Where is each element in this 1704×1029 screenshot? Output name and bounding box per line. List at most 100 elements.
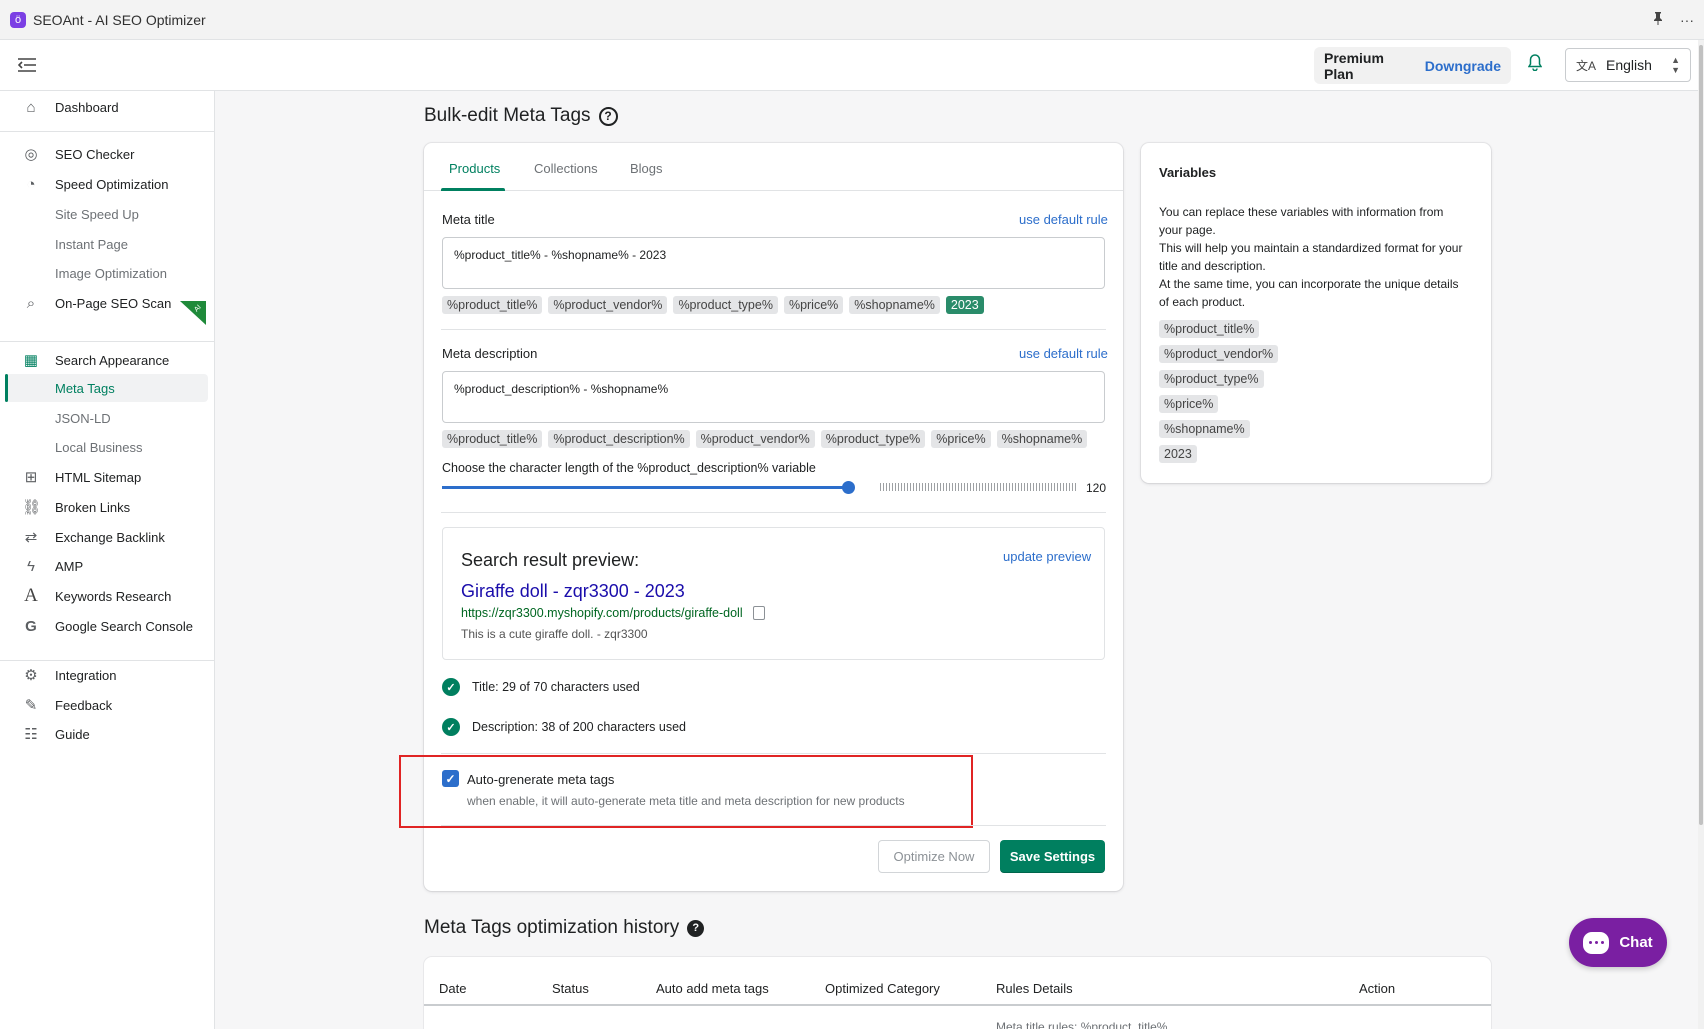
chat-button[interactable]: Chat: [1569, 918, 1667, 967]
meta-description-input[interactable]: %product_description% - %shopname%: [442, 371, 1105, 423]
sidebar-item-meta-tags[interactable]: Meta Tags: [5, 374, 208, 402]
sidebar-item-guide[interactable]: ☷ Guide: [0, 720, 215, 748]
sidebar-item-integration[interactable]: ⚙ Integration: [0, 661, 215, 689]
variables-desc-line: At the same time, you can incorporate th…: [1159, 277, 1459, 309]
language-select[interactable]: 文A English ▲ ▼: [1565, 48, 1691, 82]
chat-label: Chat: [1619, 934, 1653, 951]
tab-active-indicator: [441, 188, 505, 191]
tab-products[interactable]: Products: [449, 161, 500, 176]
sidebar-item-label: On-Page SEO Scan: [55, 295, 172, 311]
sidebar-item-feedback[interactable]: ✎ Feedback: [0, 691, 215, 719]
sidebar-item-amp[interactable]: ϟ AMP: [0, 552, 215, 580]
select-caret-icon: ▲ ▼: [1671, 55, 1680, 75]
app-logo-icon: ö: [10, 11, 26, 28]
sidebar-item-seo-checker[interactable]: ◎ SEO Checker: [0, 140, 215, 168]
variable-tag[interactable]: %product_vendor%: [695, 430, 815, 448]
divider: [441, 512, 1106, 513]
update-preview-link[interactable]: update preview: [1003, 549, 1091, 564]
help-icon[interactable]: ?: [598, 106, 618, 126]
sidebar-item-label: Feedback: [55, 697, 113, 713]
variable-tag: 2023: [1159, 445, 1197, 463]
rules-detail-cell: Meta title rules: %product_title%: [996, 1020, 1168, 1029]
help-filled-icon[interactable]: ?: [687, 919, 705, 937]
sidebar-item-image-optimization[interactable]: Image Optimization: [0, 259, 215, 287]
sidebar-item-label: Speed Optimization: [55, 176, 169, 192]
sidebar-divider: [0, 131, 215, 132]
copy-icon[interactable]: [752, 606, 765, 620]
save-settings-button[interactable]: Save Settings: [1000, 840, 1105, 873]
variable-tag[interactable]: %shopname%: [996, 430, 1088, 448]
meta-description-default-rule-link[interactable]: use default rule: [1019, 346, 1108, 361]
google-icon: G: [25, 617, 37, 635]
variable-tag-active[interactable]: 2023: [945, 296, 984, 314]
variable-tag[interactable]: %product_title%: [442, 296, 543, 314]
tab-blogs[interactable]: Blogs: [630, 161, 663, 176]
search-preview-box: Search result preview: update preview Gi…: [442, 527, 1105, 660]
language-value: English: [1606, 57, 1652, 73]
sidebar-item-local-business[interactable]: Local Business: [0, 433, 215, 461]
sidebar-item-search-appearance[interactable]: ▦ Search Appearance: [0, 346, 215, 374]
variable-tag[interactable]: %price%: [783, 296, 844, 314]
meta-title-input[interactable]: %product_title% - %shopname% - 2023: [442, 237, 1105, 289]
meta-title-default-rule-link[interactable]: use default rule: [1019, 212, 1108, 227]
variable-tag[interactable]: %product_type%: [820, 430, 926, 448]
pin-icon[interactable]: [1652, 11, 1664, 28]
sidebar-item-speed-optimization[interactable]: ◔ Speed Optimization: [0, 170, 215, 198]
sidebar-item-label: Dashboard: [55, 99, 119, 115]
sidebar-item-broken-links[interactable]: ⛓ Broken Links: [0, 493, 215, 521]
sidebar-item-google-search-console[interactable]: G Google Search Console: [0, 612, 215, 640]
scrollbar-thumb[interactable]: [1699, 45, 1703, 825]
variable-tag[interactable]: %product_type%: [673, 296, 778, 314]
variable-tag[interactable]: %product_title%: [442, 430, 543, 448]
auto-generate-title: Auto-grenerate meta tags: [467, 772, 615, 787]
variable-tag[interactable]: %product_description%: [548, 430, 690, 448]
sidebar-item-label: JSON-LD: [55, 410, 111, 426]
slider-fill: [442, 486, 848, 489]
variable-tag[interactable]: %price%: [931, 430, 991, 448]
sidebar-item-label: Image Optimization: [55, 265, 167, 281]
variables-description: You can replace these variables with inf…: [1159, 203, 1469, 311]
sidebar-toggle-icon[interactable]: [17, 55, 36, 78]
header-bar: Premium Plan Downgrade 文A English ▲ ▼: [0, 40, 1704, 91]
app-title: SEOAnt - AI SEO Optimizer: [33, 11, 206, 28]
chat-bubble-icon: [1583, 931, 1610, 954]
highlight-annotation: [399, 755, 973, 828]
variables-desc-line: This will help you maintain a standardiz…: [1159, 241, 1463, 273]
variable-tag[interactable]: %product_vendor%: [548, 296, 668, 314]
sidebar-item-label: Instant Page: [55, 236, 128, 252]
notification-bell-icon[interactable]: [1527, 54, 1543, 76]
slider-thumb[interactable]: [841, 481, 855, 494]
exchange-icon: ⇄: [24, 529, 38, 546]
description-length-check: ✓ Description: 38 of 200 characters used: [442, 718, 686, 736]
sidebar-item-json-ld[interactable]: JSON-LD: [0, 404, 215, 432]
variables-desc-line: You can replace these variables with inf…: [1159, 205, 1444, 237]
sidebar-item-instant-page[interactable]: Instant Page: [0, 230, 215, 258]
sidebar-item-dashboard[interactable]: ⌂ Dashboard: [0, 93, 215, 121]
sidebar-item-label: Guide: [55, 726, 90, 742]
sidebar-item-site-speed-up[interactable]: Site Speed Up: [0, 200, 215, 228]
more-options-icon[interactable]: ···: [1680, 12, 1694, 28]
tabs: Products Collections Blogs: [424, 143, 1123, 191]
search-icon: ⌕: [26, 294, 36, 312]
sidebar-item-label: AMP: [55, 558, 84, 574]
sidebar-item-keywords-research[interactable]: A Keywords Research: [0, 582, 215, 610]
column-header-action: Action: [1359, 981, 1396, 996]
optimize-now-button[interactable]: Optimize Now: [878, 840, 990, 873]
sidebar-item-html-sitemap[interactable]: ⊞ HTML Sitemap: [0, 463, 215, 491]
variable-tag: %product_title%: [1159, 320, 1260, 338]
variable-tag[interactable]: %shopname%: [849, 296, 940, 314]
sidebar-item-label: HTML Sitemap: [55, 469, 142, 485]
plan-name: Premium Plan: [1324, 49, 1384, 82]
sidebar-item-label: Integration: [55, 667, 117, 683]
downgrade-link[interactable]: Downgrade: [1425, 58, 1501, 74]
check-circle-icon: ✓: [442, 718, 460, 736]
column-header-date: Date: [439, 981, 467, 996]
meta-description-tags: %product_title% %product_description% %p…: [442, 430, 1088, 448]
slider-track: [880, 483, 1076, 491]
plan-box: Premium Plan Downgrade: [1314, 47, 1511, 84]
column-header-auto-add: Auto add meta tags: [656, 981, 769, 996]
tab-collections[interactable]: Collections: [534, 161, 598, 176]
auto-generate-checkbox[interactable]: ✓: [442, 770, 459, 787]
sidebar-item-exchange-backlink[interactable]: ⇄ Exchange Backlink: [0, 523, 215, 551]
column-header-rules: Rules Details: [996, 981, 1073, 996]
